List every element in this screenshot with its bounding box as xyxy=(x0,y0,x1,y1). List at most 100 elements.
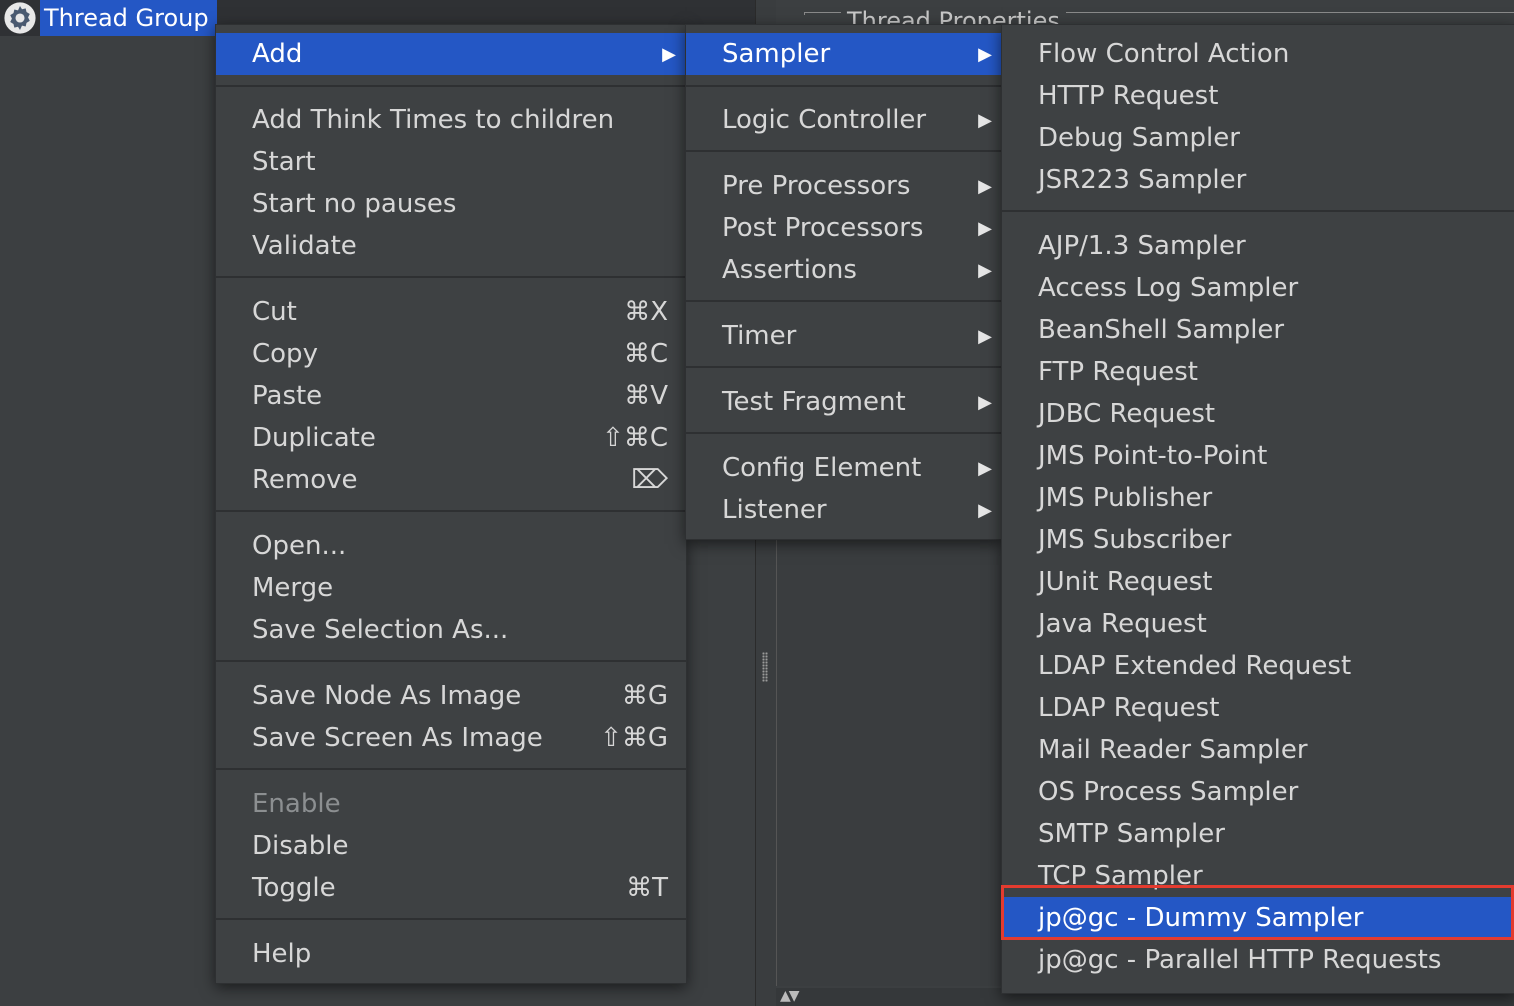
sampler-submenu: Flow Control Action HTTP Request Debug S… xyxy=(1001,24,1514,994)
submenu-arrow-icon: ▶ xyxy=(978,43,992,65)
menu-item-label: OS Process Sampler xyxy=(1038,777,1299,807)
menu-item-disable[interactable]: Disable xyxy=(216,825,686,867)
menu-item-label: AJP/1.3 Sampler xyxy=(1038,231,1246,261)
menu-item-timer[interactable]: Timer ▶ xyxy=(686,315,1002,357)
menu-item-jms-subscriber[interactable]: JMS Subscriber xyxy=(1002,519,1514,561)
menu-item-merge[interactable]: Merge xyxy=(216,567,686,609)
add-submenu: Sampler ▶ Logic Controller ▶ Pre Processor… xyxy=(685,24,1003,540)
menu-item-parallel-http-requests[interactable]: jp@gc - Parallel HTTP Requests xyxy=(1002,939,1514,981)
submenu-arrow-icon: ▶ xyxy=(978,217,992,239)
menu-item-junit-request[interactable]: JUnit Request xyxy=(1002,561,1514,603)
menu-separator xyxy=(216,510,686,512)
menu-item-flow-control-action[interactable]: Flow Control Action xyxy=(1002,33,1514,75)
menu-item-open[interactable]: Open... xyxy=(216,525,686,567)
menu-item-remove[interactable]: Remove ⌦ xyxy=(216,459,686,501)
menu-item-mail-reader-sampler[interactable]: Mail Reader Sampler xyxy=(1002,729,1514,771)
menu-item-save-node-as-image[interactable]: Save Node As Image ⌘G xyxy=(216,675,686,717)
menu-item-beanshell-sampler[interactable]: BeanShell Sampler xyxy=(1002,309,1514,351)
menu-item-label: Post Processors xyxy=(722,213,924,243)
highlight-annotation-box xyxy=(1001,885,1514,940)
menu-item-save-screen-as-image[interactable]: Save Screen As Image ⇧⌘G xyxy=(216,717,686,759)
menu-item-label: JMS Publisher xyxy=(1038,483,1213,513)
menu-item-jms-publisher[interactable]: JMS Publisher xyxy=(1002,477,1514,519)
menu-item-jms-point-to-point[interactable]: JMS Point-to-Point xyxy=(1002,435,1514,477)
delete-key-icon: ⌦ xyxy=(631,465,668,495)
menu-item-label: Paste xyxy=(252,381,323,411)
menu-item-sampler[interactable]: Sampler ▶ xyxy=(686,33,1002,75)
menu-item-label: JMS Point-to-Point xyxy=(1038,441,1268,471)
menu-item-label: Validate xyxy=(252,231,357,261)
menu-item-ajp-sampler[interactable]: AJP/1.3 Sampler xyxy=(1002,225,1514,267)
divider-grip-icon[interactable] xyxy=(762,652,768,682)
menu-item-cut[interactable]: Cut ⌘X xyxy=(216,291,686,333)
menu-item-label: Open... xyxy=(252,531,347,561)
menu-item-logic-controller[interactable]: Logic Controller ▶ xyxy=(686,99,1002,141)
menu-item-label: Duplicate xyxy=(252,423,376,453)
menu-item-duplicate[interactable]: Duplicate ⇧⌘C xyxy=(216,417,686,459)
menu-item-smtp-sampler[interactable]: SMTP Sampler xyxy=(1002,813,1514,855)
menu-item-label: HTTP Request xyxy=(1038,81,1219,111)
menu-item-label: Flow Control Action xyxy=(1038,39,1290,69)
menu-item-help[interactable]: Help xyxy=(216,933,686,975)
menu-item-http-request[interactable]: HTTP Request xyxy=(1002,75,1514,117)
menu-item-save-selection-as[interactable]: Save Selection As... xyxy=(216,609,686,651)
menu-item-pre-processors[interactable]: Pre Processors ▶ xyxy=(686,165,1002,207)
tree-node-label: Thread Group xyxy=(40,0,217,36)
menu-item-ldap-request[interactable]: LDAP Request xyxy=(1002,687,1514,729)
menu-item-os-process-sampler[interactable]: OS Process Sampler xyxy=(1002,771,1514,813)
menu-item-ftp-request[interactable]: FTP Request xyxy=(1002,351,1514,393)
menu-item-test-fragment[interactable]: Test Fragment ▶ xyxy=(686,381,1002,423)
menu-item-add[interactable]: Add ▶ xyxy=(216,33,686,75)
submenu-arrow-icon: ▶ xyxy=(978,325,992,347)
menu-item-ldap-extended-request[interactable]: LDAP Extended Request xyxy=(1002,645,1514,687)
tree-node-thread-group[interactable]: Thread Group xyxy=(0,0,217,36)
menu-item-label: Save Screen As Image xyxy=(252,723,543,753)
menu-separator xyxy=(686,366,1002,368)
menu-item-start-no-pauses[interactable]: Start no pauses xyxy=(216,183,686,225)
menu-item-label: Save Selection As... xyxy=(252,615,509,645)
menu-item-toggle[interactable]: Toggle ⌘T xyxy=(216,867,686,909)
menu-item-label: Enable xyxy=(252,789,341,819)
menu-item-listener[interactable]: Listener ▶ xyxy=(686,489,1002,531)
menu-item-jdbc-request[interactable]: JDBC Request xyxy=(1002,393,1514,435)
menu-item-label: Merge xyxy=(252,573,334,603)
menu-separator xyxy=(686,300,1002,302)
menu-item-label: Copy xyxy=(252,339,318,369)
submenu-arrow-icon: ▶ xyxy=(978,259,992,281)
menu-item-label: Sampler xyxy=(722,39,831,69)
submenu-arrow-icon: ▶ xyxy=(662,43,676,65)
menu-item-java-request[interactable]: Java Request xyxy=(1002,603,1514,645)
menu-separator xyxy=(216,768,686,770)
menu-item-label: Test Fragment xyxy=(722,387,906,417)
menu-item-debug-sampler[interactable]: Debug Sampler xyxy=(1002,117,1514,159)
menu-item-copy[interactable]: Copy ⌘C xyxy=(216,333,686,375)
shortcut-label: ⇧⌘C xyxy=(602,423,668,453)
menu-item-add-think-times[interactable]: Add Think Times to children xyxy=(216,99,686,141)
menu-item-label: JSR223 Sampler xyxy=(1038,165,1247,195)
menu-separator xyxy=(216,85,686,87)
menu-item-jsr223-sampler[interactable]: JSR223 Sampler xyxy=(1002,159,1514,201)
menu-item-access-log-sampler[interactable]: Access Log Sampler xyxy=(1002,267,1514,309)
menu-item-post-processors[interactable]: Post Processors ▶ xyxy=(686,207,1002,249)
menu-separator xyxy=(216,918,686,920)
thread-properties-frame: Thread Properties xyxy=(804,7,1514,35)
menu-item-label: Start no pauses xyxy=(252,189,457,219)
menu-item-label: BeanShell Sampler xyxy=(1038,315,1285,345)
submenu-arrow-icon: ▶ xyxy=(978,457,992,479)
menu-item-start[interactable]: Start xyxy=(216,141,686,183)
shortcut-label: ⌘X xyxy=(624,297,668,327)
shortcut-label: ⌘C xyxy=(623,339,668,369)
submenu-arrow-icon: ▶ xyxy=(978,499,992,521)
menu-item-config-element[interactable]: Config Element ▶ xyxy=(686,447,1002,489)
collapse-arrows-icon[interactable]: ▲▼ xyxy=(780,988,799,1004)
menu-item-label: Config Element xyxy=(722,453,922,483)
menu-item-label: LDAP Request xyxy=(1038,693,1220,723)
shortcut-label: ⌘T xyxy=(626,873,668,903)
menu-item-label: Listener xyxy=(722,495,827,525)
menu-item-label: jp@gc - Parallel HTTP Requests xyxy=(1038,945,1442,975)
menu-item-assertions[interactable]: Assertions ▶ xyxy=(686,249,1002,291)
menu-item-paste[interactable]: Paste ⌘V xyxy=(216,375,686,417)
menu-item-validate[interactable]: Validate xyxy=(216,225,686,267)
menu-item-label: Start xyxy=(252,147,316,177)
submenu-arrow-icon: ▶ xyxy=(978,391,992,413)
